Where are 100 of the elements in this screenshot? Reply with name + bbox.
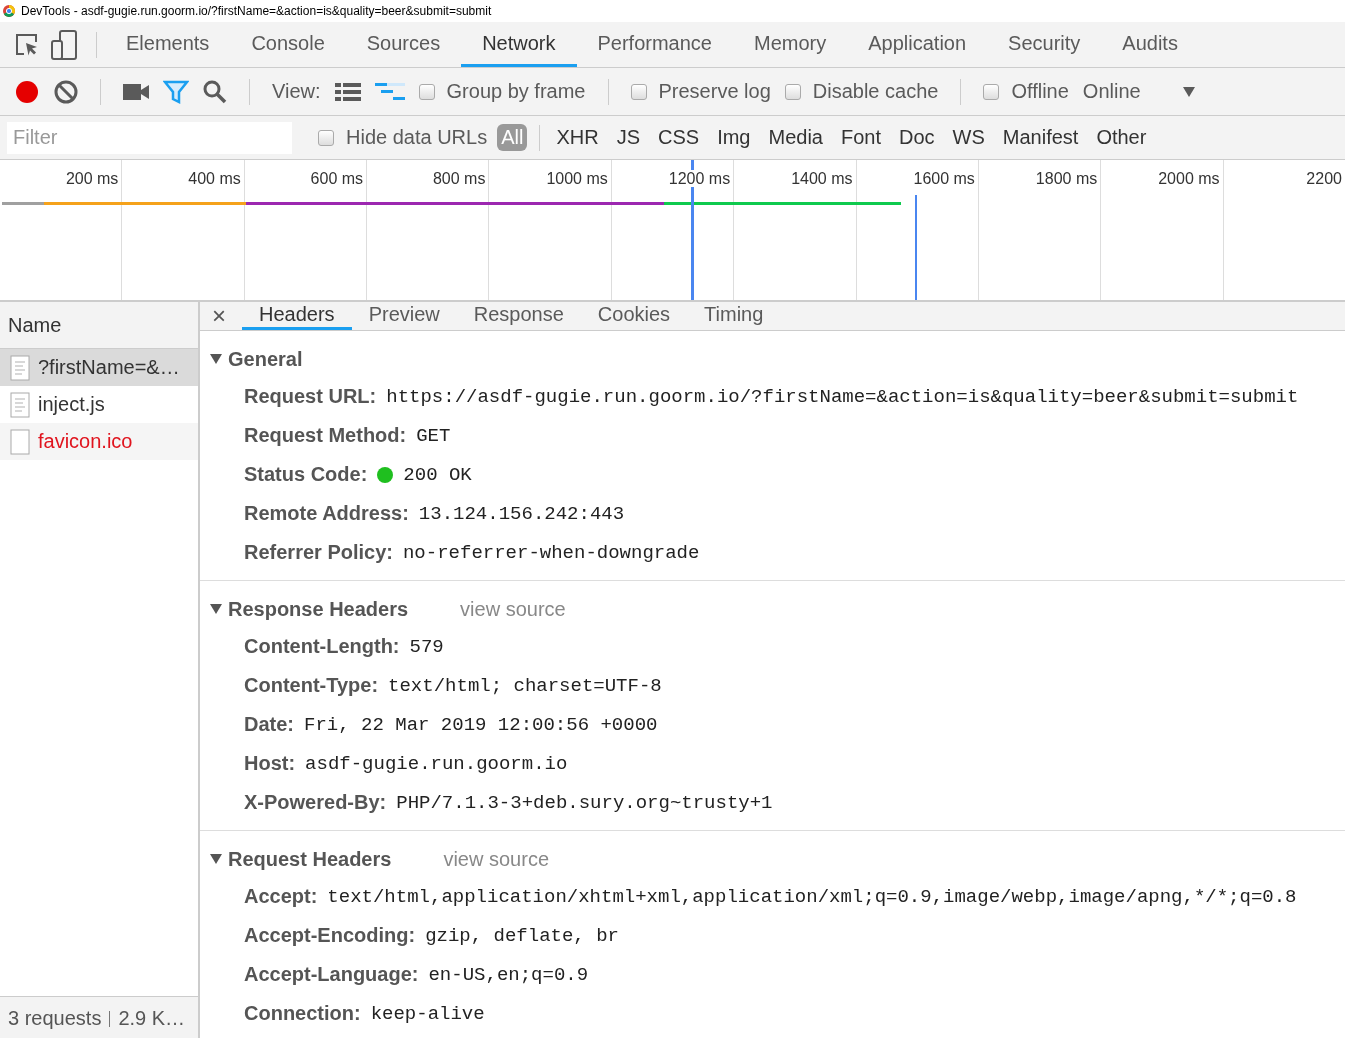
header-value: 13.124.156.242:443 — [418, 502, 625, 525]
header-value: PHP/7.1.3-3+deb.sury.org~trusty+1 — [396, 791, 773, 814]
resource-type-filter[interactable]: Media — [764, 124, 827, 151]
waterfall-overview-icon[interactable] — [374, 81, 405, 102]
panel-tab[interactable]: Performance — [576, 22, 733, 67]
panel-tab[interactable]: Elements — [105, 22, 231, 67]
resource-type-filter[interactable]: Doc — [895, 124, 939, 151]
detail-tab[interactable]: Headers — [242, 302, 352, 330]
resource-type-filter[interactable]: Other — [1092, 124, 1151, 151]
checkbox-label: Offline — [1011, 80, 1069, 103]
header-value: text/html,application/xhtml+xml,application/xml;q=0.9,image/webp,image/apng,*/*;q=0.8 — [327, 885, 1297, 908]
checkbox[interactable] — [630, 83, 647, 100]
request-count: 3 requests — [8, 1007, 102, 1030]
inspect-element-icon[interactable] — [14, 31, 40, 58]
resource-type-filter[interactable]: JS — [612, 124, 644, 151]
filter-icon[interactable] — [163, 79, 189, 104]
checkbox-label: Group by frame — [446, 80, 586, 103]
resource-type-filter[interactable]: CSS — [654, 124, 704, 151]
timeline-tick-label: 1200 ms — [668, 170, 731, 187]
header-name: Status Code: — [244, 463, 368, 486]
header-name: X-Powered-By: — [244, 791, 387, 814]
timeline-tick-label: 200 ms — [65, 170, 119, 187]
expanded-triangle-icon[interactable] — [210, 354, 222, 364]
header-value: no-referrer-when-downgrade — [402, 541, 700, 564]
header-value: keep-alive — [370, 1002, 485, 1025]
header-value: text/html; charset=UTF-8 — [388, 674, 662, 697]
header-name: Connection: — [244, 1002, 361, 1025]
view-source-link[interactable]: view source — [443, 847, 549, 871]
search-icon[interactable] — [203, 79, 227, 104]
window-title: DevTools - asdf-gugie.run.goorm.io/?firstName=&action=is&quality=beer&submit=submit — [21, 4, 492, 18]
header-name: Accept-Language: — [244, 963, 419, 986]
resource-type-filter[interactable]: Manifest — [998, 124, 1083, 151]
detail-tab[interactable]: Response — [456, 302, 581, 330]
close-button[interactable]: × — [212, 302, 242, 330]
detail-tab[interactable]: Preview — [351, 302, 457, 330]
header-value: 200 OK — [403, 463, 472, 486]
timeline-tick-label: 1400 ms — [791, 170, 853, 187]
header-value: https://asdf-gugie.run.goorm.io/?firstName=&action=is&quality=beer&submit=submit — [386, 385, 1299, 408]
view-source-link[interactable]: view source — [460, 597, 566, 621]
checkbox[interactable] — [318, 129, 334, 146]
timeline-tick-label: 1600 ms — [913, 170, 975, 187]
transfer-size: 2.9 K… — [118, 1007, 186, 1030]
view-label: View: — [272, 80, 321, 103]
clear-icon[interactable] — [54, 79, 78, 104]
timeline-tick-label: 600 ms — [310, 170, 364, 187]
panel-tab[interactable]: Memory — [733, 22, 848, 67]
request-row[interactable]: ?firstName=&… — [0, 349, 198, 386]
header-name: Accept: — [244, 885, 318, 908]
section-title[interactable]: Request Headers — [228, 847, 392, 871]
header-value: 579 — [409, 635, 444, 658]
device-toolbar-icon[interactable] — [50, 29, 78, 60]
header-name: Referrer Policy: — [244, 541, 393, 564]
resource-type-filter[interactable]: Img — [713, 124, 755, 151]
expanded-triangle-icon[interactable] — [210, 604, 222, 614]
checkbox-label: Disable cache — [812, 80, 939, 103]
checkbox[interactable] — [784, 83, 801, 100]
resource-type-filter[interactable]: Font — [836, 124, 885, 151]
browser-logo-icon — [3, 5, 15, 17]
request-row[interactable]: favicon.ico — [0, 423, 198, 460]
panel-tab[interactable]: Audits — [1101, 22, 1199, 67]
large-rows-icon[interactable] — [334, 81, 361, 102]
header-name: Content-Length: — [244, 635, 400, 658]
name-column-header: Name — [8, 313, 62, 337]
document-icon — [10, 391, 30, 418]
panel-tab[interactable]: Console — [230, 22, 346, 67]
resource-type-filter[interactable]: WS — [948, 124, 989, 151]
document-icon — [10, 354, 30, 381]
timeline-tick-label: 1000 ms — [546, 170, 608, 187]
header-value: gzip, deflate, br — [425, 924, 619, 947]
request-row[interactable]: inject.js — [0, 386, 198, 423]
resource-type-filter[interactable]: XHR — [552, 124, 603, 151]
video-camera-icon[interactable] — [123, 83, 149, 100]
header-name: Remote Address: — [244, 502, 409, 525]
header-value: Fri, 22 Mar 2019 12:00:56 +0000 — [304, 713, 658, 736]
panel-tab[interactable]: Sources — [345, 22, 462, 67]
section-title[interactable]: Response Headers — [228, 597, 409, 621]
header-value: en-US,en;q=0.9 — [428, 963, 589, 986]
checkbox-label: Preserve log — [658, 80, 771, 103]
header-name: Request URL: — [244, 385, 377, 408]
header-name: Date: — [244, 713, 294, 736]
panel-tab[interactable]: Security — [987, 22, 1102, 67]
record-icon[interactable] — [14, 78, 40, 105]
header-name: Request Method: — [244, 424, 407, 447]
header-name: Accept-Encoding: — [244, 924, 416, 947]
throttling-dropdown[interactable]: Online — [1082, 80, 1195, 103]
header-name: Host: — [244, 752, 296, 775]
header-value: GET — [416, 424, 451, 447]
checkbox[interactable] — [983, 83, 1000, 100]
checkbox[interactable] — [418, 83, 435, 100]
timeline-tick-label: 2200 — [1306, 170, 1342, 187]
section-title[interactable]: General — [228, 347, 303, 371]
timeline-tick-label: 2000 ms — [1158, 170, 1220, 187]
detail-tab[interactable]: Cookies — [580, 302, 688, 330]
detail-tab[interactable]: Timing — [687, 302, 781, 330]
timeline-tick-label: 800 ms — [432, 170, 486, 187]
panel-tab[interactable]: Application — [847, 22, 988, 67]
filter-input[interactable]: Filter — [7, 121, 292, 154]
dropdown-caret-icon — [1182, 86, 1195, 97]
expanded-triangle-icon[interactable] — [210, 854, 222, 864]
timeline-tick-label: 400 ms — [188, 170, 241, 187]
